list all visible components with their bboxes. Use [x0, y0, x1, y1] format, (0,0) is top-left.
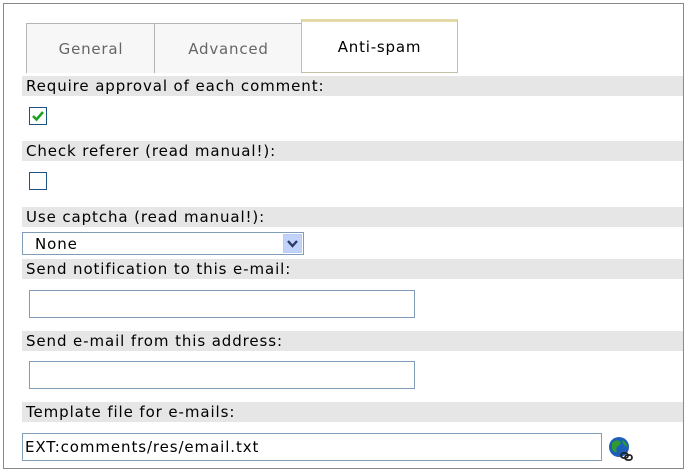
require-approval-label: Require approval of each comment:: [22, 76, 683, 96]
template-file-input[interactable]: [22, 433, 602, 461]
form-panel: General Advanced Anti-spam Require appro…: [3, 3, 684, 469]
tab-anti-spam[interactable]: Anti-spam: [301, 19, 458, 73]
template-file-label: Template file for e-mails:: [22, 402, 683, 422]
tab-advanced[interactable]: Advanced: [154, 23, 303, 73]
captcha-select-value: None: [35, 235, 78, 253]
checkmark-icon: [32, 111, 44, 122]
notify-email-label: Send notification to this e-mail:: [22, 259, 683, 279]
captcha-select[interactable]: None: [22, 232, 304, 255]
from-email-input[interactable]: [29, 361, 415, 389]
require-approval-checkbox[interactable]: [29, 107, 47, 125]
tab-general[interactable]: General: [26, 23, 156, 73]
check-referer-label: Check referer (read manual!):: [22, 141, 683, 161]
notify-email-input[interactable]: [29, 290, 415, 318]
chevron-down-icon: [287, 240, 298, 248]
use-captcha-label: Use captcha (read manual!):: [22, 207, 683, 227]
check-referer-checkbox[interactable]: [29, 172, 47, 190]
from-email-label: Send e-mail from this address:: [22, 331, 683, 351]
captcha-dropdown-button[interactable]: [283, 234, 302, 253]
globe-link-icon[interactable]: [608, 436, 634, 462]
